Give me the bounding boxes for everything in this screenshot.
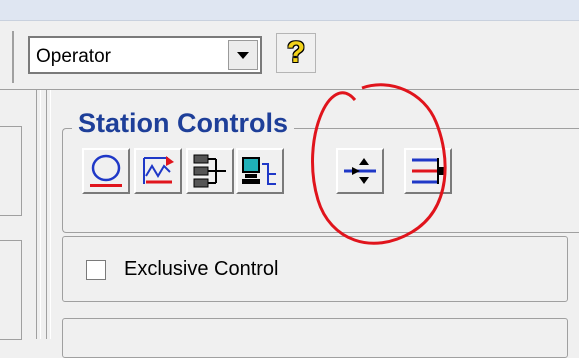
workstation-network-button[interactable] <box>236 148 284 194</box>
lower-panel <box>62 318 568 358</box>
vertical-arrows-connector-button[interactable] <box>336 148 384 194</box>
exclusive-control-label: Exclusive Control <box>124 258 279 280</box>
pane-splitter[interactable] <box>46 90 51 339</box>
role-select-value: Operator <box>36 46 111 67</box>
help-button[interactable]: ? <box>276 33 316 73</box>
exclusive-control-checkbox[interactable] <box>86 260 106 280</box>
toolbar: Operator ? <box>0 21 579 90</box>
rack-connector-button[interactable] <box>404 148 452 194</box>
pane-splitter[interactable] <box>36 90 41 339</box>
window-title-bar <box>0 0 579 21</box>
station-circle-button[interactable] <box>82 148 130 194</box>
network-tree-icon <box>193 154 226 188</box>
toolbar-separator <box>0 31 14 83</box>
network-tree-button[interactable] <box>186 148 234 194</box>
vertical-arrows-connector-icon <box>344 158 376 184</box>
left-panel-box <box>0 126 22 216</box>
station-circle-icon <box>90 154 122 187</box>
role-select-dropdown-button[interactable] <box>228 40 258 70</box>
rack-connector-icon <box>412 158 444 184</box>
left-panel-box <box>0 240 22 340</box>
left-panel <box>0 90 36 340</box>
question-mark-icon: ? <box>286 36 306 69</box>
role-select[interactable]: Operator <box>28 36 262 74</box>
chevron-down-icon <box>237 52 249 59</box>
trend-graph-icon <box>143 156 174 184</box>
trend-graph-button[interactable] <box>134 148 182 194</box>
workstation-network-icon <box>242 157 276 185</box>
station-controls-title: Station Controls <box>72 108 294 139</box>
